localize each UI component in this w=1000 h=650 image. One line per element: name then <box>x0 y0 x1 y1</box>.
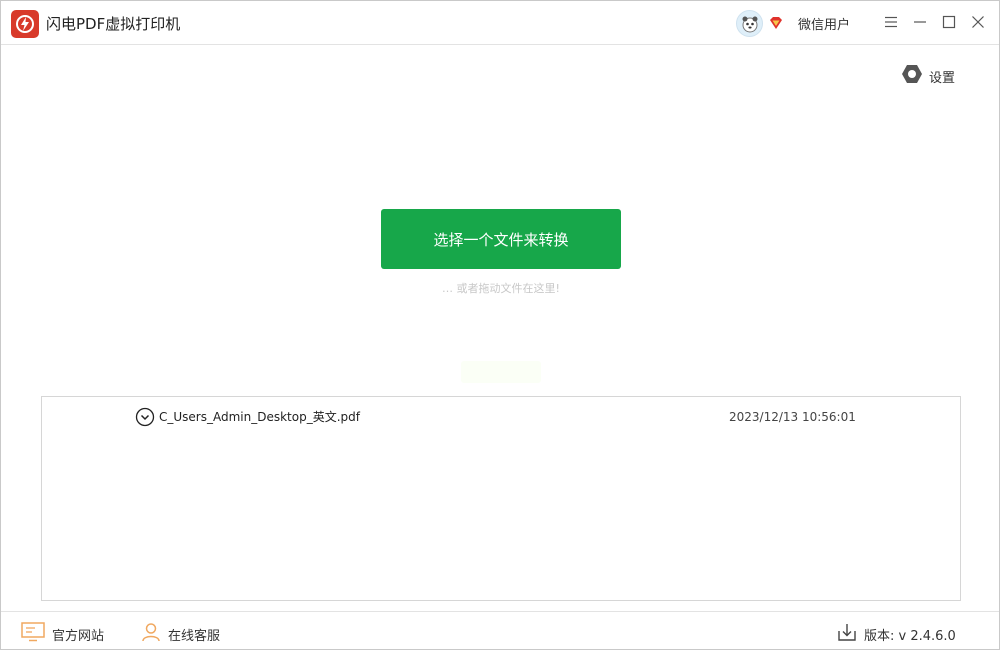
monitor-icon <box>21 622 45 646</box>
settings-button[interactable]: 设置 <box>901 65 955 87</box>
user-name[interactable]: 微信用户 <box>798 14 850 33</box>
footer: 官方网站 在线客服 版本: v 2.4.6.0 <box>1 611 999 649</box>
file-time: 2023/12/13 10:56:01 <box>729 410 856 424</box>
table-row[interactable]: C_Users_Admin_Desktop_英文.pdf 2023/12/13 … <box>42 397 960 437</box>
person-icon <box>141 622 161 646</box>
maximize-icon[interactable] <box>940 13 958 31</box>
file-name: C_Users_Admin_Desktop_英文.pdf <box>159 410 360 424</box>
title-bar: 闪电PDF虚拟打印机 微信用户 <box>1 1 999 45</box>
menu-icon[interactable] <box>882 13 900 31</box>
version-info[interactable]: 版本: v 2.4.6.0 <box>837 622 956 646</box>
website-label: 官方网站 <box>52 628 105 644</box>
expand-chevron-icon[interactable] <box>135 407 155 427</box>
vip-diamond-icon[interactable] <box>768 15 784 31</box>
version-label: 版本: v 2.4.6.0 <box>864 628 956 644</box>
minimize-icon[interactable] <box>911 13 929 31</box>
file-list: C_Users_Admin_Desktop_英文.pdf 2023/12/13 … <box>41 396 961 601</box>
settings-hex-icon <box>901 63 923 89</box>
settings-label: 设置 <box>929 70 956 86</box>
drag-hint: … 或者拖动文件在这里! <box>442 282 560 295</box>
download-icon <box>837 622 857 646</box>
app-title: 闪电PDF虚拟打印机 <box>46 15 181 33</box>
support-label: 在线客服 <box>168 628 221 644</box>
faint-placeholder <box>461 361 541 383</box>
official-website-link[interactable]: 官方网站 <box>21 622 104 646</box>
close-icon[interactable] <box>969 13 987 31</box>
app-logo-icon <box>11 10 39 38</box>
select-file-button[interactable]: 选择一个文件来转换 <box>381 209 621 269</box>
app-window: 闪电PDF虚拟打印机 微信用户 设置 选择一个文件来转换 … 或者拖动文件在这里… <box>0 0 1000 650</box>
online-support-link[interactable]: 在线客服 <box>141 622 220 646</box>
avatar-icon[interactable] <box>736 10 763 37</box>
